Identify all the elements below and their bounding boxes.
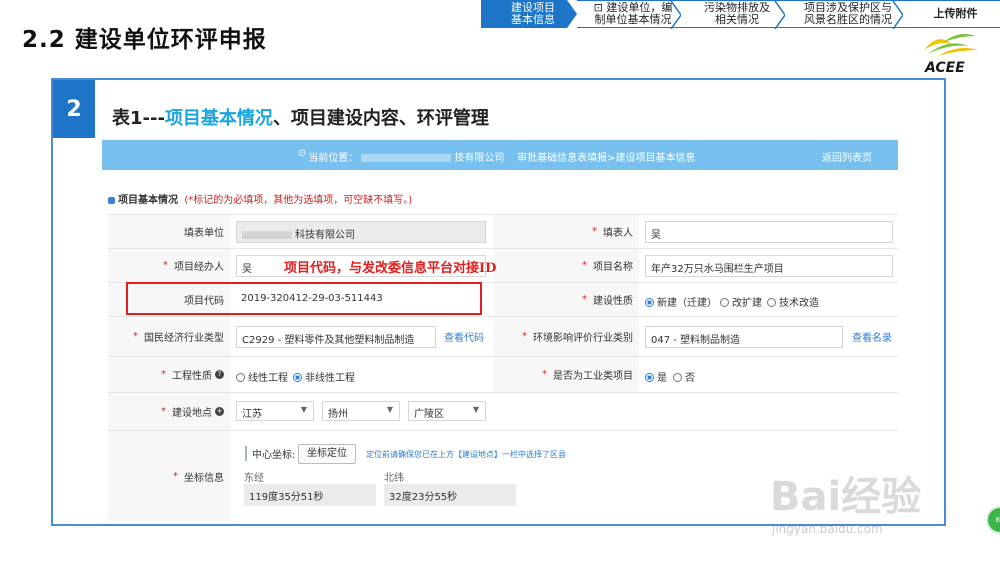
filler-label: 填表人 — [603, 228, 633, 239]
watermark-url: jingyan.baidu.com — [772, 522, 883, 536]
industrial-label: 是否为工业类项目 — [553, 371, 633, 382]
engineering-radio-nonlinear[interactable]: 非线性工程 — [293, 369, 355, 384]
locate-hint: 定位前请确保您已在上方【建设地点】一栏中选择了区县 — [366, 450, 566, 459]
district-select[interactable]: 广陵区 ▼ — [408, 401, 486, 421]
nature-radio-expand[interactable]: 改扩建 — [720, 294, 762, 309]
form-row: * 国民经济行业类型 C2929 - 塑料零件及其他塑料制品制造 查看代码 * 环境… — [108, 317, 898, 357]
step-upload-attachments[interactable]: 上传附件 — [903, 0, 1000, 28]
chevron-down-icon: ▼ — [300, 405, 307, 414]
latitude-label: 北纬 — [384, 473, 404, 484]
view-catalog-link[interactable]: 查看名录 — [852, 329, 892, 344]
locate-button[interactable]: 坐标定位 — [298, 444, 356, 464]
industrial-radio-no[interactable]: 否 — [673, 369, 695, 384]
nature-radio-new[interactable]: 新建（迁建） — [645, 294, 717, 309]
province-select[interactable]: 江苏 ▼ — [236, 401, 314, 421]
floating-bubble[interactable]: 88 — [986, 506, 1000, 534]
help-icon[interactable]: ? — [215, 370, 224, 379]
manager-label: 项目经办人 — [174, 262, 224, 273]
watermark: Bai经验 — [770, 474, 922, 520]
nature-radio-tech[interactable]: 技术改造 — [767, 294, 819, 309]
chevron-down-icon: ▼ — [386, 405, 393, 414]
industry-label: 国民经济行业类型 — [144, 333, 224, 344]
longitude-field[interactable]: 119度35分51秒 — [244, 484, 376, 506]
engineering-radio-linear[interactable]: 线性工程 — [236, 369, 288, 384]
step-project-basic-info[interactable]: 建设项目 基本信息 — [481, 0, 577, 28]
back-to-list-link[interactable]: 返回列表页 — [822, 149, 872, 164]
filler-field[interactable]: 吴 — [645, 221, 893, 243]
nature-label: 建设性质 — [593, 296, 633, 307]
panel-heading: 表1---项目基本情况、项目建设内容、环评管理 — [112, 108, 489, 129]
step-unit-info[interactable]: ⊡ 建设单位，编 制单位基本情况 — [577, 0, 682, 29]
form-row: * 项目经办人 吴 * 项目名称 年产32万只水马围栏生产项目 — [108, 249, 898, 283]
app-header-bar: ⊙ 当前位置： 技有限公司 审批基础信息表填报>建设项目基本信息 返回列表页 — [102, 140, 898, 170]
section-title: 项目基本情况 (*标记的为必填项，其他为选填项，可空缺不填写。) — [108, 191, 412, 206]
industrial-radio-yes[interactable]: 是 — [645, 369, 667, 384]
filler-unit-label: 填表单位 — [184, 228, 224, 239]
view-code-link[interactable]: 查看代码 — [444, 329, 484, 344]
form-row: * 建设地点 + 江苏 ▼ 扬州 ▼ 广陵区 ▼ — [108, 393, 898, 431]
step-navigation: 建设项目 基本信息 ⊡ 建设单位，编 制单位基本情况 污染物排放及 相关情况 项目涉及… — [481, 0, 1000, 29]
project-name-field[interactable]: 年产32万只水马围栏生产项目 — [645, 255, 893, 277]
annotation-text: 项目代码，与发改委信息平台对接ID — [284, 261, 497, 276]
eia-category-label: 环境影响评价行业类别 — [533, 333, 633, 344]
engineering-label: 工程性质 — [172, 371, 212, 382]
filler-unit-field[interactable]: 科技有限公司 — [236, 221, 486, 243]
breadcrumb: 当前位置： 技有限公司 审批基础信息表填报>建设项目基本信息 — [308, 153, 696, 164]
site-label: 建设地点 — [172, 408, 212, 419]
chevron-down-icon: ▼ — [472, 405, 479, 414]
industry-field[interactable]: C2929 - 塑料零件及其他塑料制品制造 — [236, 326, 436, 348]
center-coord-label: 中心坐标: — [245, 446, 295, 461]
coords-label: 坐标信息 — [184, 472, 224, 484]
longitude-label: 东经 — [244, 473, 264, 484]
add-icon[interactable]: + — [215, 407, 224, 416]
project-name-label: 项目名称 — [593, 262, 633, 273]
section-bullet-icon — [108, 196, 115, 204]
form-row: * 工程性质? 线性工程 非线性工程 * 是否为工业类项目 是 否 — [108, 357, 898, 393]
slide-title: 2.2 建设单位环评申报 — [22, 27, 267, 53]
section-number-badge: 2 — [53, 80, 95, 138]
form-row: 填表单位 科技有限公司 * 填表人 吴 — [108, 215, 898, 249]
project-code-highlight-box — [126, 282, 482, 315]
step-pollutant-emission[interactable]: 污染物排放及 相关情况 — [681, 0, 786, 29]
eia-category-field[interactable]: 047 - 塑料制品制造 — [645, 326, 843, 348]
latitude-field[interactable]: 32度23分55秒 — [384, 484, 516, 506]
step-protected-areas[interactable]: 项目涉及保护区与 风景名胜区的情况 — [785, 0, 904, 29]
city-select[interactable]: 扬州 ▼ — [322, 401, 400, 421]
redacted-block — [361, 154, 452, 162]
logo-text: ACEE — [925, 60, 965, 76]
